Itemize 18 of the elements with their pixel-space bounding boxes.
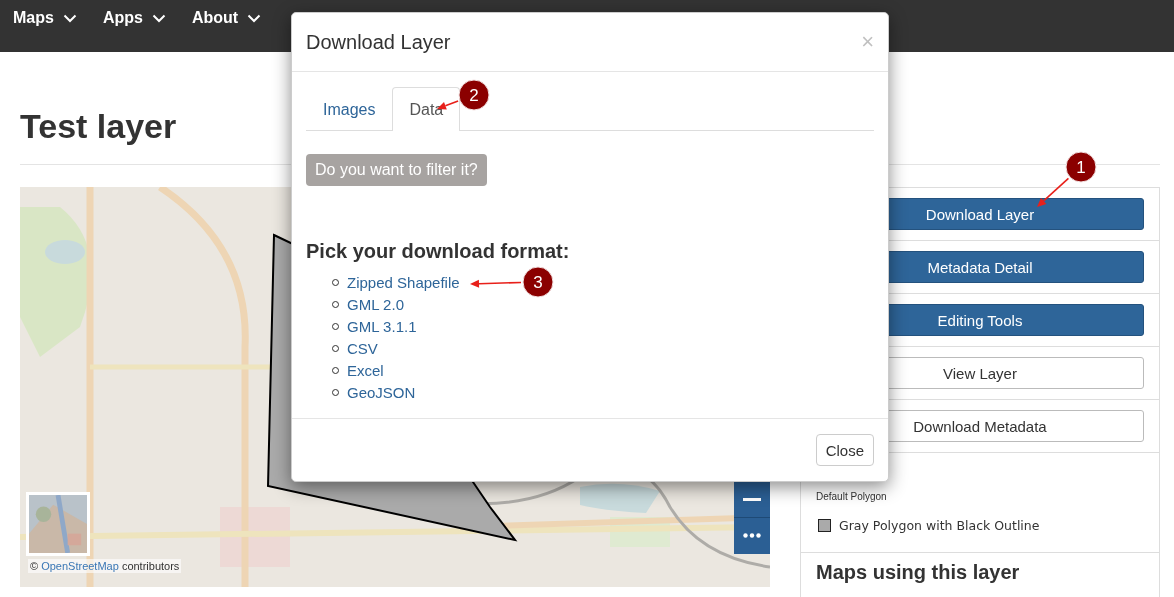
tab[interactable]: Images [306, 87, 393, 131]
dialog-title: Download Layer [306, 30, 451, 54]
pointer-arrow [1037, 177, 1070, 207]
nav-menu[interactable]: Maps [13, 9, 77, 27]
legend-label: Gray Polygon with Black Outline [839, 518, 1040, 533]
section-heading: Maps using this layer [816, 561, 1021, 583]
page-title: Test layer [20, 106, 177, 147]
legend-subtitle: Default Polygon [816, 491, 888, 502]
chevron-down-icon [62, 13, 77, 23]
close-button[interactable]: Close [815, 434, 874, 466]
step-number-badge: 2 [458, 79, 490, 111]
step-number-badge: 1 [1065, 151, 1097, 183]
nav-menu[interactable]: Apps [102, 9, 166, 27]
nav-menu[interactable]: About [191, 9, 262, 27]
chevron-down-icon [247, 13, 262, 23]
legend-swatch-icon [818, 519, 831, 532]
chevron-down-icon [151, 13, 166, 23]
tab[interactable]: Data [392, 87, 461, 131]
